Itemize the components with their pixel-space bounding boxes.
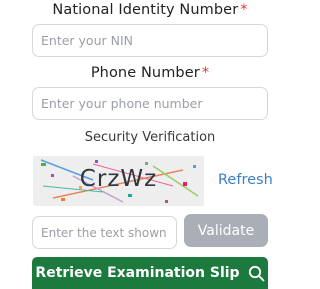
security-verification-label: Security Verification [84, 130, 216, 145]
required-asterisk: * [240, 2, 248, 18]
retrieve-slip-button[interactable]: Retrieve Examination Slip [32, 257, 268, 289]
captcha-image: CrzWz [33, 156, 204, 206]
search-icon [248, 265, 265, 282]
required-asterisk: * [201, 65, 210, 81]
validate-button[interactable]: Validate [184, 214, 268, 247]
nin-input[interactable] [32, 24, 268, 57]
phone-label-text: Phone Number [90, 65, 200, 81]
captcha-input[interactable] [32, 216, 177, 249]
phone-input[interactable] [32, 87, 268, 120]
captcha-text: CrzWz [79, 166, 158, 192]
nin-label-text: National Identity Number [52, 2, 239, 18]
phone-label: Phone Number * [0, 65, 300, 81]
refresh-captcha-link[interactable]: Refresh [218, 172, 273, 188]
retrieve-slip-label: Retrieve Examination Slip [35, 265, 240, 281]
nin-label: National Identity Number * [0, 2, 300, 18]
